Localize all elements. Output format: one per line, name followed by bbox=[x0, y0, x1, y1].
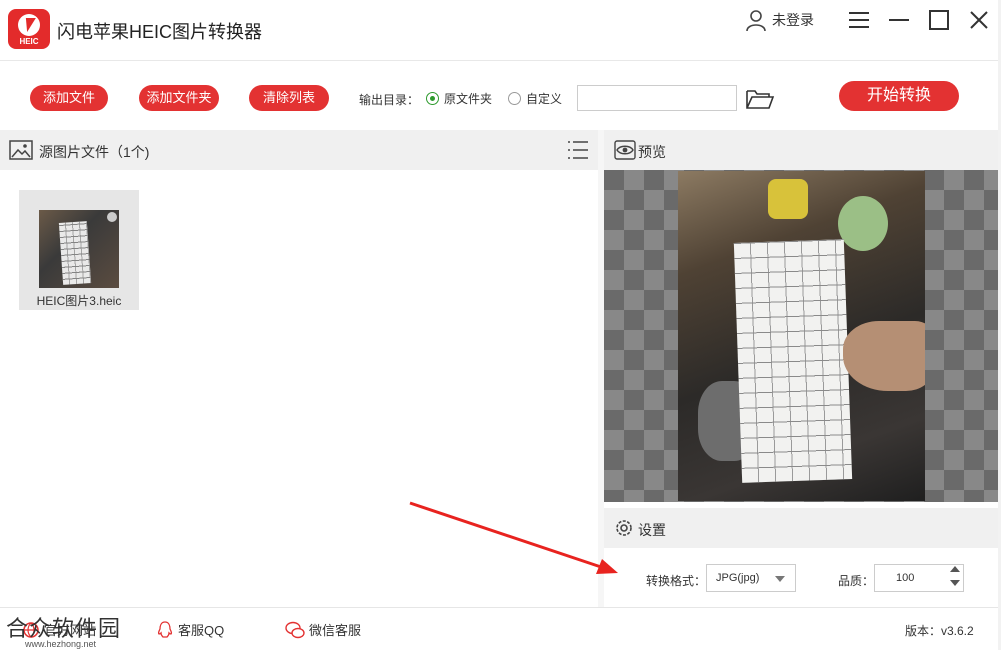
toolbar: 添加文件 添加文件夹 清除列表 输出目录： 原文件夹 自定义 开始转换 bbox=[0, 60, 1001, 130]
footer: 官方网站 客服QQ 微信客服 版本：v3.6.2 合众软件园 www.hezho… bbox=[0, 607, 1001, 650]
minimize-icon[interactable] bbox=[887, 8, 911, 32]
add-file-button[interactable]: 添加文件 bbox=[30, 85, 108, 111]
close-icon[interactable] bbox=[967, 8, 991, 32]
output-path-input[interactable] bbox=[577, 85, 737, 111]
eye-icon bbox=[614, 140, 636, 160]
login-button[interactable]: 未登录 bbox=[744, 7, 814, 33]
file-name: HEIC图片3.heic bbox=[36, 294, 122, 308]
quality-value: 100 bbox=[896, 572, 915, 584]
remove-file-icon[interactable] bbox=[107, 212, 117, 222]
folder-open-icon[interactable] bbox=[745, 88, 775, 110]
radio-custom-folder[interactable]: 自定义 bbox=[508, 90, 562, 107]
radio-original-folder[interactable]: 原文件夹 bbox=[426, 90, 492, 107]
app-logo: HEIC bbox=[8, 9, 50, 49]
app-title: 闪电苹果HEIC图片转换器 bbox=[57, 22, 263, 42]
qq-support-link[interactable]: 客服QQ bbox=[156, 620, 224, 639]
radio-custom-dot[interactable] bbox=[508, 92, 521, 105]
format-label: 转换格式： bbox=[646, 574, 707, 588]
format-value: JPG(jpg) bbox=[716, 572, 760, 584]
maximize-icon[interactable] bbox=[927, 8, 951, 32]
radio-original-dot[interactable] bbox=[426, 92, 439, 105]
settings-title: 设置 bbox=[638, 522, 666, 538]
lightning-icon bbox=[18, 14, 40, 36]
output-directory-label: 输出目录： bbox=[359, 93, 420, 107]
gear-icon bbox=[616, 520, 632, 536]
quality-decrease-icon[interactable] bbox=[950, 580, 960, 586]
qq-label: 客服QQ bbox=[178, 623, 225, 638]
version-text: 版本：v3.6.2 bbox=[905, 624, 974, 638]
user-icon bbox=[746, 10, 766, 32]
watermark-url: www.hezhong.net bbox=[25, 639, 97, 649]
qq-icon bbox=[157, 620, 173, 638]
file-thumbnail-card[interactable]: HEIC图片3.heic bbox=[19, 190, 139, 310]
preview-header: 预览 bbox=[604, 130, 1001, 170]
wechat-label: 微信客服 bbox=[309, 623, 362, 638]
preview-title: 预览 bbox=[638, 144, 666, 160]
source-files-title: 源图片文件（1个) bbox=[39, 144, 150, 160]
add-folder-button[interactable]: 添加文件夹 bbox=[139, 85, 219, 111]
radio-original-label: 原文件夹 bbox=[444, 92, 493, 106]
title-bar: HEIC 闪电苹果HEIC图片转换器 未登录 bbox=[0, 0, 1001, 60]
start-convert-button[interactable]: 开始转换 bbox=[839, 81, 959, 111]
quality-increase-icon[interactable] bbox=[950, 566, 960, 572]
chevron-down-icon bbox=[775, 576, 785, 582]
wechat-support-link[interactable]: 微信客服 bbox=[285, 620, 361, 639]
login-label: 未登录 bbox=[772, 12, 814, 28]
source-files-header: 源图片文件（1个) bbox=[0, 130, 598, 170]
settings-header: 设置 bbox=[604, 508, 1001, 548]
clear-list-button[interactable]: 清除列表 bbox=[249, 85, 329, 111]
wechat-icon bbox=[285, 621, 305, 638]
image-icon bbox=[9, 140, 33, 160]
menu-icon[interactable] bbox=[847, 8, 871, 32]
quality-label: 品质： bbox=[838, 574, 875, 588]
list-view-icon[interactable] bbox=[567, 139, 589, 161]
radio-custom-label: 自定义 bbox=[526, 92, 563, 106]
file-thumbnail-image bbox=[39, 210, 119, 288]
format-select[interactable]: JPG(jpg) bbox=[706, 564, 796, 592]
preview-image bbox=[678, 171, 925, 501]
logo-text: HEIC bbox=[19, 37, 39, 46]
